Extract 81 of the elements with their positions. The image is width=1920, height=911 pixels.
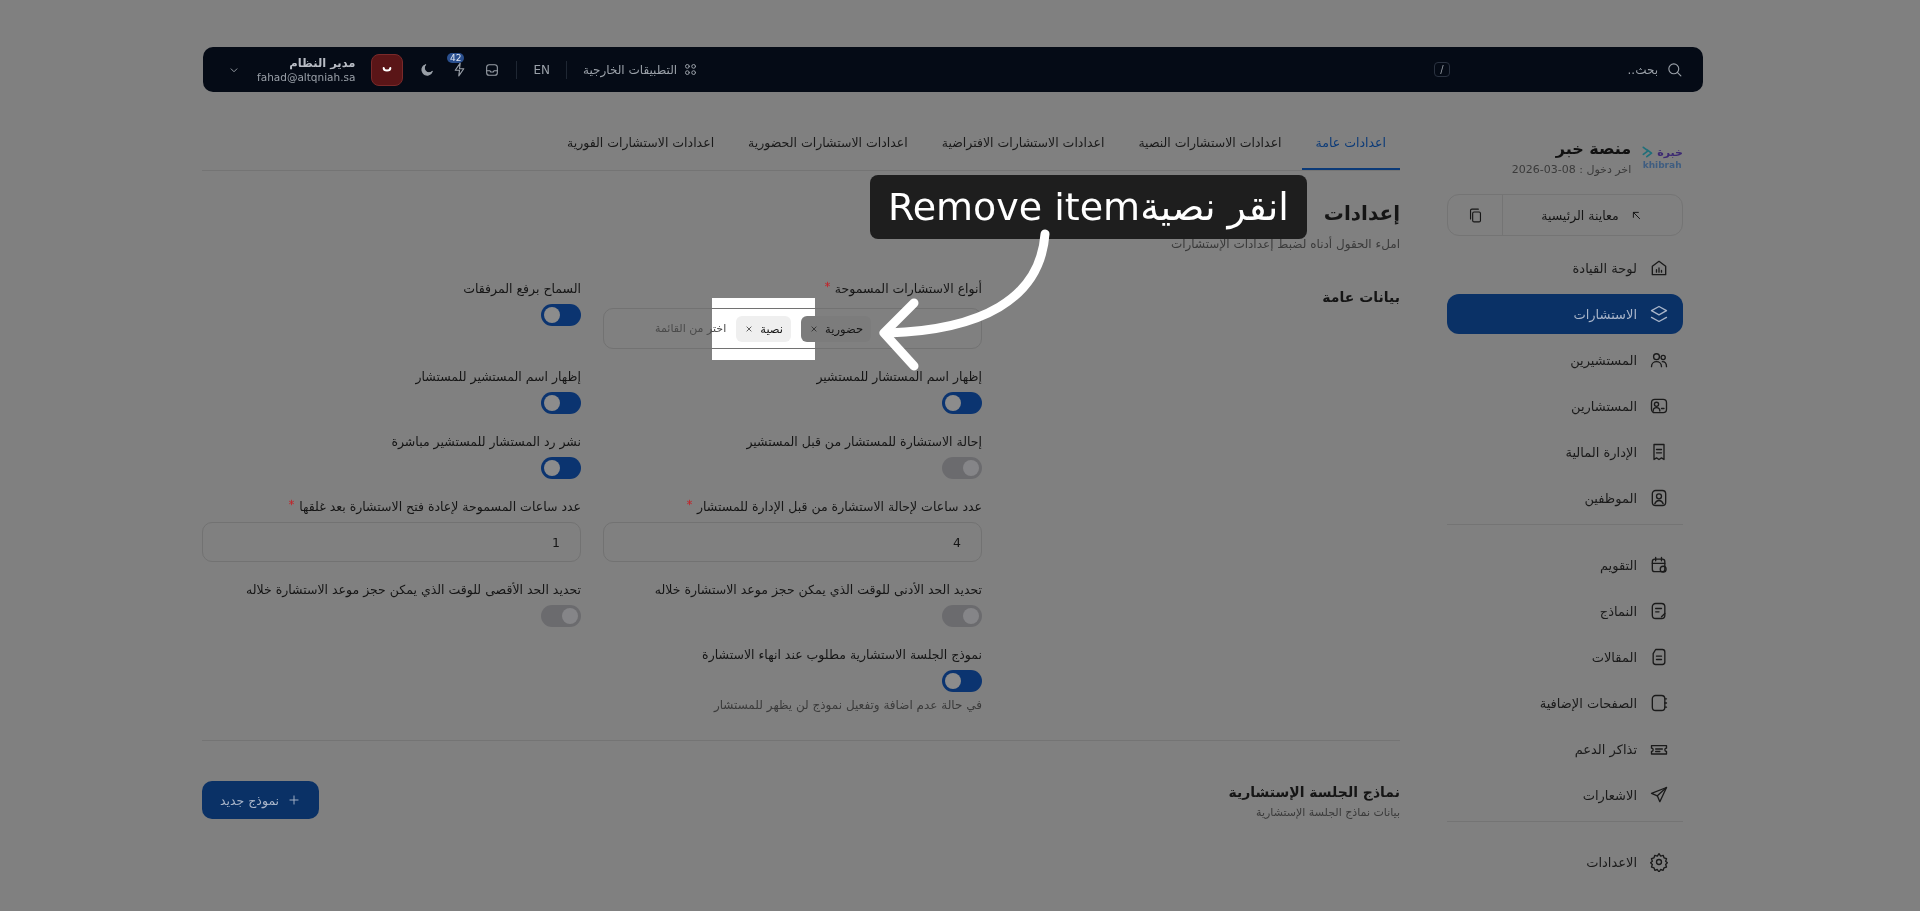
toggle-switch[interactable] — [942, 392, 982, 414]
logo-text: خبرة — [1657, 146, 1683, 158]
sidebar-item[interactable]: لوحة القيادة — [1447, 248, 1683, 288]
apps-link[interactable]: التطبيقات الخارجية — [583, 62, 699, 77]
nav-icon — [1649, 852, 1669, 872]
tab[interactable]: اعدادات الاستشارات الافتراضية — [927, 135, 1119, 170]
section-title: بيانات عامة — [1322, 289, 1400, 305]
tab[interactable]: اعدادات الاستشارات النصية — [1124, 135, 1296, 170]
field-label: تحديد الحد الأدنى للوقت الذي يمكن حجز موعد الاستشارة خلاله — [654, 582, 982, 597]
search-field[interactable]: بحث.. — [1627, 61, 1683, 78]
toggle-switch[interactable] — [541, 605, 581, 627]
plus-icon — [287, 793, 302, 807]
user-email: fahad@altqniah.sa — [257, 70, 356, 84]
tooltip: انقر نصيةRemove item — [870, 175, 1307, 239]
nav-icon — [1649, 258, 1669, 278]
field-label: أنواع الاستشارات المسموحة — [834, 281, 982, 296]
chip[interactable]: نصية — [736, 315, 792, 342]
chip[interactable]: حضورية — [801, 315, 871, 342]
preview-button[interactable]: معاينة الرئيسية — [1503, 195, 1682, 235]
sidebar-item[interactable]: الاشعارات — [1447, 775, 1683, 815]
nav-icon — [1649, 693, 1669, 713]
toggle-switch[interactable] — [541, 304, 581, 326]
toggle-switch[interactable] — [942, 605, 982, 627]
toggle-switch[interactable] — [541, 392, 581, 414]
new-template-button[interactable]: نموذج جديد — [202, 781, 320, 819]
nav-icon — [1649, 785, 1669, 805]
sidebar-item[interactable]: التقويم — [1447, 545, 1683, 585]
avatar[interactable] — [371, 53, 404, 86]
inbox-icon[interactable] — [484, 61, 501, 78]
page-subtitle: املء الحقول أدناه لضبط إعدادات الإستشارات — [1169, 237, 1400, 251]
notification-badge: 42 — [447, 53, 465, 63]
field-label: إظهار اسم المستشير للمستشار — [415, 369, 581, 384]
page-title: إعدادات — [1323, 201, 1400, 225]
language-button[interactable]: EN — [533, 62, 550, 77]
last-login: اخر دخول : 08-03-2026 — [1511, 163, 1632, 176]
sidebar-item[interactable]: الموظفين — [1447, 478, 1683, 518]
field-label: إحالة الاستشارة للمستشار من قبل المستشير — [746, 434, 982, 449]
chip-label: نصية — [760, 321, 784, 336]
nav-icon — [1649, 555, 1669, 575]
toggle-switch[interactable] — [942, 670, 982, 692]
tab[interactable]: اعدادات عامة — [1301, 135, 1400, 170]
sidebar-item[interactable]: النماذج — [1447, 591, 1683, 631]
sidebar-item[interactable]: المستشيرين — [1447, 340, 1683, 380]
remove-icon[interactable] — [809, 323, 820, 334]
field-label: تحديد الحد الأقصى للوقت الذي يمكن حجز موعد الاستشارة خلاله — [245, 582, 581, 597]
section-title: نماذج الجلسة الإستشارية — [1228, 784, 1400, 800]
sidebar-item[interactable]: الصفحات الإضافية — [1447, 683, 1683, 723]
shortcut-key: / — [1434, 62, 1450, 77]
section-subtitle: بيانات نماذج الجلسة الإستشارية — [1255, 806, 1400, 819]
moon-icon[interactable] — [419, 61, 436, 78]
nav-icon — [1649, 601, 1669, 621]
sidebar-item[interactable]: المستشارين — [1447, 386, 1683, 426]
toggle-switch[interactable] — [541, 457, 581, 479]
nav-icon — [1649, 304, 1669, 324]
toggle-switch[interactable] — [942, 457, 982, 479]
sidebar-item[interactable]: تذاكر الدعم — [1447, 729, 1683, 769]
field-label: عدد ساعات لإحالة الاستشارة من قبل الإدارة للمستشار — [696, 499, 982, 514]
field-label: إظهار اسم المستشار للمستشير — [816, 369, 982, 384]
field-label: نموذج الجلسة الاستشارية مطلوب عند انهاء الاستشارة — [702, 647, 982, 662]
field-label: عدد ساعات المسموحة لإعادة فتح الاستشارة بعد غلقها — [299, 499, 581, 514]
field-label: السماح برفع المرفقات — [463, 281, 581, 296]
grid-icon — [683, 62, 699, 77]
nav-icon — [1649, 396, 1669, 416]
sidebar-item[interactable]: الإدارة المالية — [1447, 432, 1683, 472]
sidebar-item[interactable]: المقالات — [1447, 637, 1683, 677]
nav-icon — [1649, 488, 1669, 508]
chip-label: حضورية — [825, 321, 863, 336]
brand-name: منصة خبر — [1554, 139, 1632, 158]
tab[interactable]: اعدادات الاستشارات الحضورية — [734, 135, 922, 170]
nav-icon — [1649, 350, 1669, 370]
field-label: نشر رد المستشار للمستشير مباشرة — [391, 434, 581, 449]
sidebar-item[interactable]: الاعدادات — [1447, 842, 1683, 882]
logo-subtext: khibrah — [1642, 160, 1682, 171]
search-icon — [1666, 61, 1683, 78]
remove-icon[interactable] — [744, 323, 755, 334]
user-name: مدير النظام — [289, 55, 356, 70]
number-input[interactable]: 4 — [603, 522, 982, 562]
tab[interactable]: اعدادات الاستشارات الفورية — [553, 135, 729, 170]
field-hint: في حالة عدم اضافة وتفعيل نموذج لن يظهر للمستشار — [713, 698, 982, 712]
sidebar-item[interactable]: الاستشارات — [1447, 294, 1683, 334]
number-input[interactable]: 1 — [202, 522, 581, 562]
